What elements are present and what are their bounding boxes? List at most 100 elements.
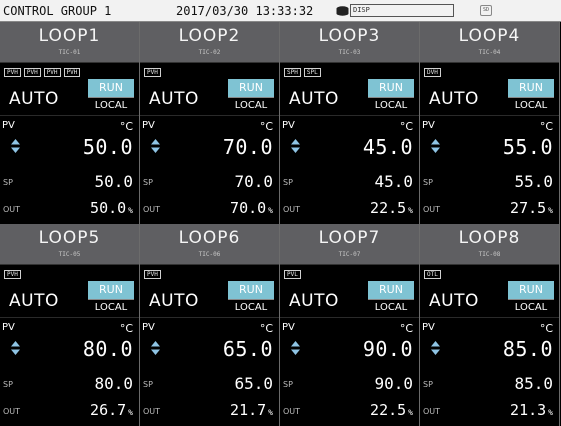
- pv-value[interactable]: 65.0: [223, 337, 273, 361]
- loop-tag: TIC-04: [478, 49, 501, 56]
- alarm-indicators: PVL: [284, 270, 304, 279]
- run-status-button[interactable]: RUN: [368, 79, 414, 97]
- run-status-button[interactable]: RUN: [228, 79, 274, 97]
- run-status-button[interactable]: RUN: [228, 281, 274, 299]
- loop-panel[interactable]: LOOP8 TIC-08 OTL AUTO RUN LOCAL PV °C 85…: [420, 224, 560, 426]
- loop-panel[interactable]: LOOP6 TIC-06 PVH AUTO RUN LOCAL PV °C 65…: [140, 224, 280, 426]
- local-status-label[interactable]: LOCAL: [88, 299, 134, 314]
- alarm-indicators: SPH SPL: [284, 68, 324, 77]
- pv-value[interactable]: 55.0: [503, 135, 553, 159]
- status-bar: CONTROL GROUP 1 2017/03/30 13:33:32 DISP…: [0, 0, 561, 22]
- out-value[interactable]: 21.7%: [230, 401, 273, 419]
- alarm-badge: PVH: [63, 68, 81, 77]
- mode-label[interactable]: AUTO: [149, 291, 199, 311]
- out-unit: %: [548, 206, 553, 215]
- loop-panel[interactable]: LOOP3 TIC-03 SPH SPL AUTO RUN LOCAL PV °C…: [280, 22, 420, 224]
- loop-header[interactable]: LOOP1 TIC-01: [0, 22, 139, 63]
- loop-panel[interactable]: LOOP2 TIC-02 PVH AUTO RUN LOCAL PV °C 70…: [140, 22, 280, 224]
- loop-header[interactable]: LOOP4 TIC-04: [420, 22, 559, 63]
- alarm-indicators: PVH PVH PVH PVH: [4, 68, 83, 77]
- sp-value[interactable]: 55.0: [514, 172, 553, 191]
- unit-label: °C: [119, 322, 133, 335]
- sp-value[interactable]: 50.0: [94, 172, 133, 191]
- pv-value[interactable]: 50.0: [83, 135, 133, 159]
- section-divider: [280, 115, 419, 116]
- loop-tag: TIC-08: [478, 251, 501, 258]
- out-value[interactable]: 21.3%: [510, 401, 553, 419]
- alarm-badge: SPL: [303, 68, 321, 77]
- run-status-button[interactable]: RUN: [88, 281, 134, 299]
- pv-label: PV: [422, 322, 435, 333]
- mode-label[interactable]: AUTO: [9, 89, 59, 109]
- out-value[interactable]: 50.0%: [90, 199, 133, 217]
- sp-value[interactable]: 85.0: [514, 374, 553, 393]
- out-number: 50.0: [90, 199, 127, 217]
- pv-value[interactable]: 80.0: [83, 337, 133, 361]
- loop-name: LOOP4: [458, 26, 521, 46]
- loop-header[interactable]: LOOP7 TIC-07: [280, 224, 419, 265]
- out-value[interactable]: 26.7%: [90, 401, 133, 419]
- mode-label[interactable]: AUTO: [9, 291, 59, 311]
- pv-label: PV: [2, 322, 15, 333]
- loop-header[interactable]: LOOP3 TIC-03: [280, 22, 419, 63]
- section-divider: [0, 115, 139, 116]
- loop-header[interactable]: LOOP5 TIC-05: [0, 224, 139, 265]
- mode-label[interactable]: AUTO: [149, 89, 199, 109]
- sp-value[interactable]: 90.0: [374, 374, 413, 393]
- section-divider: [140, 317, 279, 318]
- disp-indicator[interactable]: DISP: [350, 4, 454, 17]
- local-status-label[interactable]: LOCAL: [88, 97, 134, 112]
- loop-name: LOOP7: [318, 228, 381, 248]
- control-group-title[interactable]: CONTROL GROUP 1: [3, 4, 111, 18]
- pv-value[interactable]: 70.0: [223, 135, 273, 159]
- loop-header[interactable]: LOOP8 TIC-08: [420, 224, 559, 265]
- pv-label: PV: [282, 322, 295, 333]
- out-value[interactable]: 22.5%: [370, 401, 413, 419]
- run-status-button[interactable]: RUN: [88, 79, 134, 97]
- local-status-label[interactable]: LOCAL: [508, 299, 554, 314]
- unit-label: °C: [259, 120, 273, 133]
- alarm-badge: PVH: [144, 68, 161, 77]
- out-value[interactable]: 70.0%: [230, 199, 273, 217]
- run-status-button[interactable]: RUN: [508, 79, 554, 97]
- pv-value[interactable]: 45.0: [363, 135, 413, 159]
- unit-label: °C: [539, 120, 553, 133]
- loop-header[interactable]: LOOP2 TIC-02: [140, 22, 279, 63]
- alarm-indicators: DVH: [424, 68, 444, 77]
- loop-panel[interactable]: LOOP5 TIC-05 PVH AUTO RUN LOCAL PV °C 80…: [0, 224, 140, 426]
- local-status-label[interactable]: LOCAL: [368, 299, 414, 314]
- run-status-button[interactable]: RUN: [368, 281, 414, 299]
- out-value[interactable]: 22.5%: [370, 199, 413, 217]
- sp-value[interactable]: 80.0: [94, 374, 133, 393]
- alarm-badge: PVH: [23, 68, 41, 77]
- local-status-label[interactable]: LOCAL: [228, 299, 274, 314]
- mode-label[interactable]: AUTO: [429, 291, 479, 311]
- sp-value[interactable]: 45.0: [374, 172, 413, 191]
- mode-label[interactable]: AUTO: [429, 89, 479, 109]
- out-value[interactable]: 27.5%: [510, 199, 553, 217]
- out-label: OUT: [143, 407, 161, 416]
- mode-label[interactable]: AUTO: [289, 89, 339, 109]
- pv-value[interactable]: 85.0: [503, 337, 553, 361]
- datetime-display: 2017/03/30 13:33:32: [176, 4, 314, 18]
- loop-panel[interactable]: LOOP7 TIC-07 PVL AUTO RUN LOCAL PV °C 90…: [280, 224, 420, 426]
- sp-label: SP: [3, 380, 13, 389]
- pv-value[interactable]: 90.0: [363, 337, 413, 361]
- loop-tag: TIC-05: [58, 251, 81, 258]
- alarm-indicators: OTL: [424, 270, 444, 279]
- mode-label[interactable]: AUTO: [289, 291, 339, 311]
- loop-header[interactable]: LOOP6 TIC-06: [140, 224, 279, 265]
- loop-panel[interactable]: LOOP4 TIC-04 DVH AUTO RUN LOCAL PV °C 55…: [420, 22, 560, 224]
- sp-value[interactable]: 65.0: [234, 374, 273, 393]
- up-down-arrows-icon: [11, 139, 20, 153]
- local-status-label[interactable]: LOCAL: [368, 97, 414, 112]
- loop-name: LOOP2: [178, 26, 241, 46]
- local-status-label[interactable]: LOCAL: [228, 97, 274, 112]
- alarm-indicators: PVH: [4, 270, 24, 279]
- local-status-label[interactable]: LOCAL: [508, 97, 554, 112]
- loop-panel[interactable]: LOOP1 TIC-01 PVH PVH PVH PVH AUTO RUN LOCAL…: [0, 22, 140, 224]
- out-number: 22.5: [370, 401, 407, 419]
- sp-value[interactable]: 70.0: [234, 172, 273, 191]
- out-label: OUT: [143, 205, 161, 214]
- run-status-button[interactable]: RUN: [508, 281, 554, 299]
